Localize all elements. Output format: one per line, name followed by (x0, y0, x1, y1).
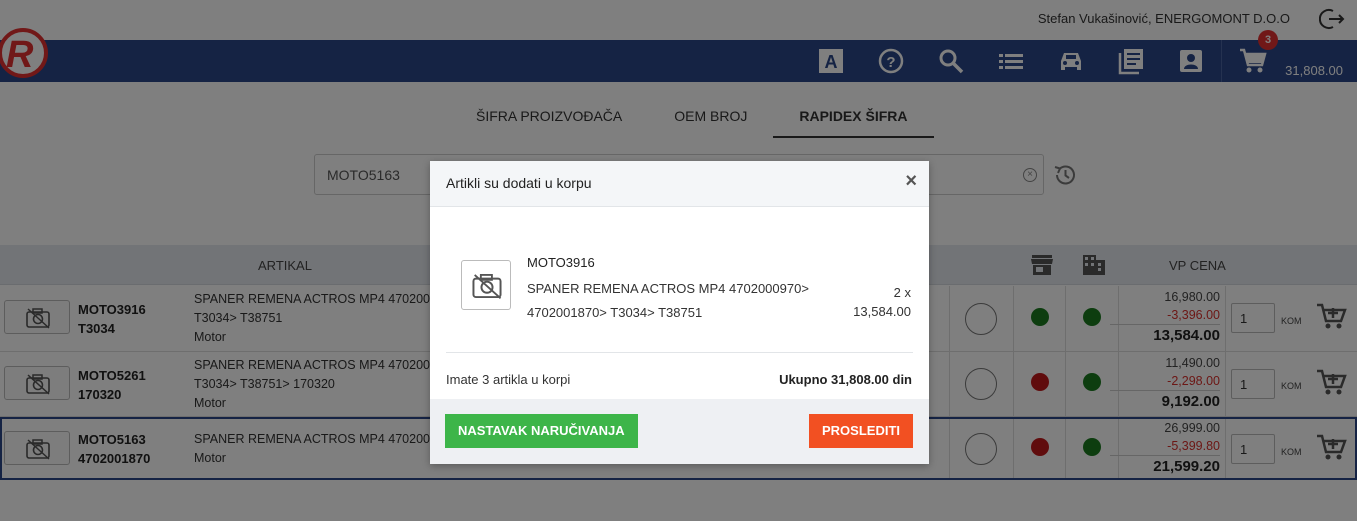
cart-total-text: Ukupno 31,808.00 din (779, 372, 912, 387)
forward-button[interactable]: PROSLEDITI (808, 414, 913, 448)
item-amount: 13,584.00 (853, 304, 911, 319)
dialog-title: Artikli su dodati u korpu (446, 175, 592, 191)
dialog-header: Artikli su dodati u korpu × (430, 161, 929, 207)
item-thumbnail (461, 260, 511, 310)
added-to-cart-dialog: Artikli su dodati u korpu × MOTO3916 SPA… (430, 161, 929, 464)
item-description-line2: 4702001870> T3034> T38751 (527, 305, 703, 320)
item-description: SPANER REMENA ACTROS MP4 4702000970> 470… (527, 277, 827, 325)
divider (446, 352, 913, 353)
close-icon[interactable]: × (905, 170, 917, 193)
cart-count-text: Imate 3 artikla u korpi (446, 372, 571, 387)
continue-ordering-button[interactable]: NASTAVAK NARUČIVANJA (445, 414, 638, 448)
item-code: MOTO3916 (527, 255, 595, 270)
item-quantity: 2 x (893, 285, 911, 300)
dialog-footer: NASTAVAK NARUČIVANJA PROSLEDITI (430, 399, 929, 464)
no-image-icon (472, 274, 502, 299)
item-description-line1: SPANER REMENA ACTROS MP4 4702000970> (527, 281, 809, 296)
